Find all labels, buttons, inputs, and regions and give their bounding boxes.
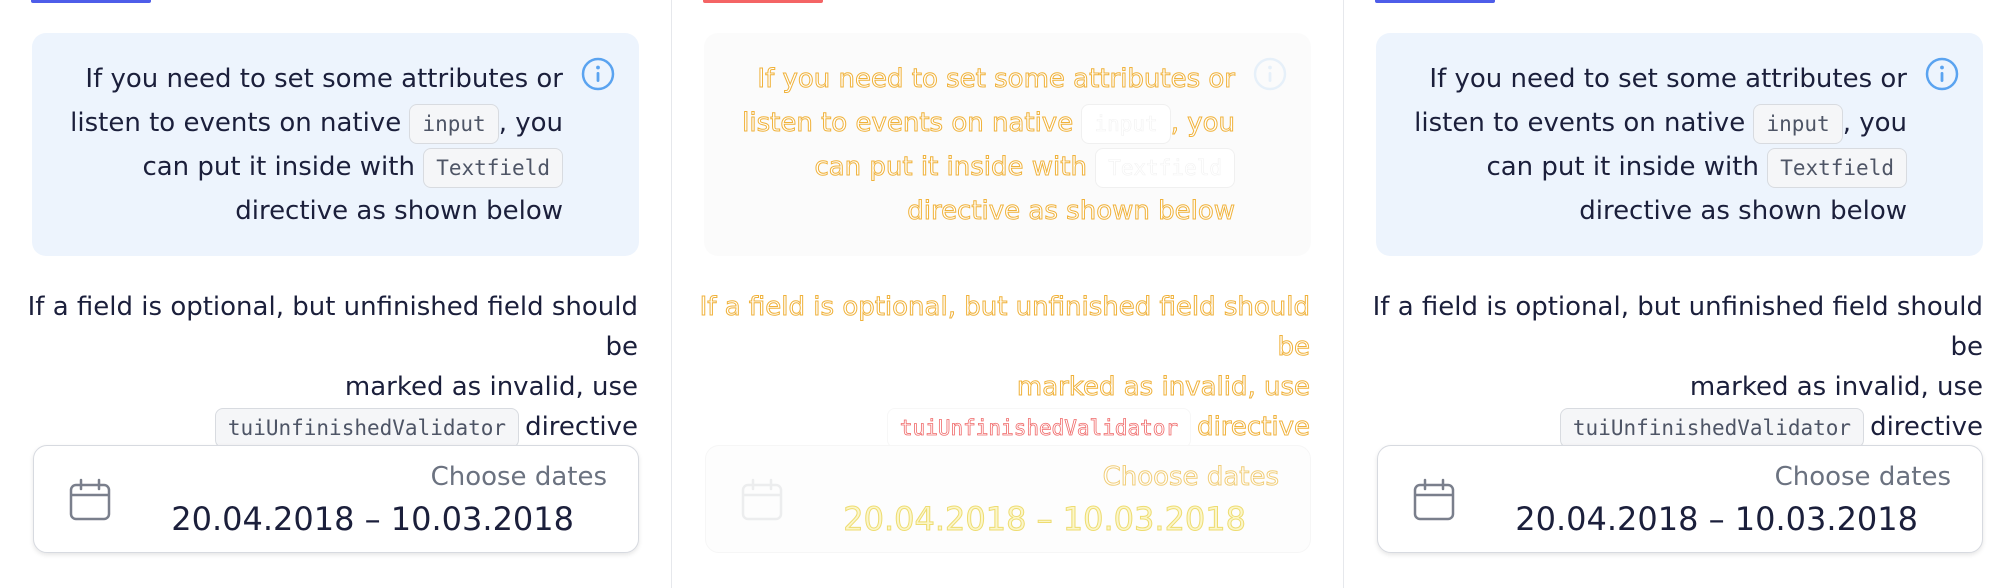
date-range-input[interactable]: Choose dates 20.04.2018 – 10.03.2018 [33, 445, 639, 553]
notification-text: If you need to set some attributes or li… [1387, 57, 1907, 233]
notification-text-fragment: , you [1842, 108, 1907, 138]
code-snippet-input: input [1081, 103, 1171, 144]
date-range-input[interactable]: Choose dates 20.04.2018 – 10.03.2018 [705, 445, 1311, 553]
description-line-3: tuiUnfinishedValidator directive [690, 407, 1310, 448]
notification-text-fragment: listen to events on native [70, 108, 402, 138]
active-tab-indicator [31, 0, 151, 3]
notification-text-fragment: listen to events on native [1414, 108, 1746, 138]
calendar-icon[interactable] [68, 478, 112, 522]
info-notification: If you need to set some attributes or li… [1376, 33, 1983, 256]
demo-panel-2: If you need to set some attributes or li… [672, 0, 1344, 588]
date-range-value: 20.04.2018 – 10.03.2018 [843, 500, 1247, 539]
demo-panel-1: If you need to set some attributes or li… [0, 0, 672, 588]
notification-text-fragment: can put it inside with [142, 152, 415, 182]
notification-line-3: can put it inside with Textfield [715, 145, 1235, 189]
description-line-3: tuiUnfinishedValidator directive [18, 407, 638, 448]
demo-panel-3: If you need to set some attributes or li… [1344, 0, 2016, 588]
description-paragraph: If a field is optional, but unfinished f… [690, 287, 1311, 448]
notification-line-4: directive as shown below [907, 196, 1236, 227]
notification-line-4: directive as shown below [1579, 196, 1907, 226]
active-tab-indicator [1375, 0, 1495, 3]
notification-line-3: can put it inside with Textfield [43, 145, 563, 189]
info-icon [581, 57, 615, 91]
notification-text-fragment: can put it inside with [1486, 152, 1759, 182]
description-text-fragment: directive [1197, 412, 1311, 443]
description-text-fragment: directive [525, 412, 638, 442]
notification-text: If you need to set some attributes or li… [43, 57, 563, 233]
description-line-2: marked as invalid, use [1689, 372, 1983, 402]
active-tab-indicator [703, 0, 823, 3]
code-snippet-textfield: Textfield [1095, 147, 1235, 188]
code-snippet-validator: tuiUnfinishedValidator [1559, 407, 1865, 448]
notification-text-fragment: listen to events on native [742, 108, 1074, 139]
code-snippet-input: input [409, 103, 499, 144]
description-paragraph: If a field is optional, but unfinished f… [1363, 287, 1983, 448]
description-paragraph: If a field is optional, but unfinished f… [18, 287, 638, 448]
notification-text-fragment: , you [1170, 108, 1235, 139]
description-text-fragment: directive [1870, 412, 1983, 442]
demo-stage: If you need to set some attributes or li… [0, 0, 2016, 588]
notification-text-fragment: can put it inside with [814, 152, 1087, 183]
notification-line-1: If you need to set some attributes or [85, 64, 563, 94]
calendar-icon[interactable] [740, 478, 784, 522]
calendar-icon[interactable] [1412, 478, 1456, 522]
date-range-value: 20.04.2018 – 10.03.2018 [171, 500, 574, 538]
description-line-1: If a field is optional, but unfinished f… [27, 292, 638, 362]
notification-text: If you need to set some attributes or li… [715, 57, 1236, 233]
info-icon [1925, 57, 1959, 91]
notification-line-1: If you need to set some attributes or [1429, 64, 1907, 94]
code-snippet-textfield: Textfield [1767, 147, 1907, 188]
description-line-2: marked as invalid, use [1016, 372, 1310, 403]
notification-line-2: listen to events on native input, you [43, 101, 563, 145]
info-notification: If you need to set some attributes or li… [704, 33, 1311, 256]
code-snippet-input: input [1753, 103, 1843, 144]
notification-line-3: can put it inside with Textfield [1387, 145, 1907, 189]
date-range-input[interactable]: Choose dates 20.04.2018 – 10.03.2018 [1377, 445, 1983, 553]
code-snippet-validator: tuiUnfinishedValidator [214, 407, 520, 448]
description-line-2: marked as invalid, use [344, 372, 638, 402]
description-line-3: tuiUnfinishedValidator directive [1363, 407, 1983, 448]
notification-line-4: directive as shown below [235, 196, 563, 226]
date-range-value: 20.04.2018 – 10.03.2018 [1515, 500, 1918, 538]
date-range-label: Choose dates [430, 462, 607, 492]
code-snippet-validator: tuiUnfinishedValidator [886, 407, 1192, 448]
code-snippet-textfield: Textfield [423, 147, 563, 188]
description-line-1: If a field is optional, but unfinished f… [699, 292, 1310, 363]
notification-line-2: listen to events on native input, you [1387, 101, 1907, 145]
notification-line-2: listen to events on native input, you [715, 101, 1236, 145]
notification-text-fragment: , you [498, 108, 563, 138]
info-icon [1253, 57, 1287, 91]
notification-line-1: If you need to set some attributes or [757, 64, 1236, 95]
date-range-label: Choose dates [1774, 462, 1951, 492]
info-notification: If you need to set some attributes or li… [32, 33, 639, 256]
description-line-1: If a field is optional, but unfinished f… [1372, 292, 1983, 362]
date-range-label: Choose dates [1102, 462, 1279, 493]
